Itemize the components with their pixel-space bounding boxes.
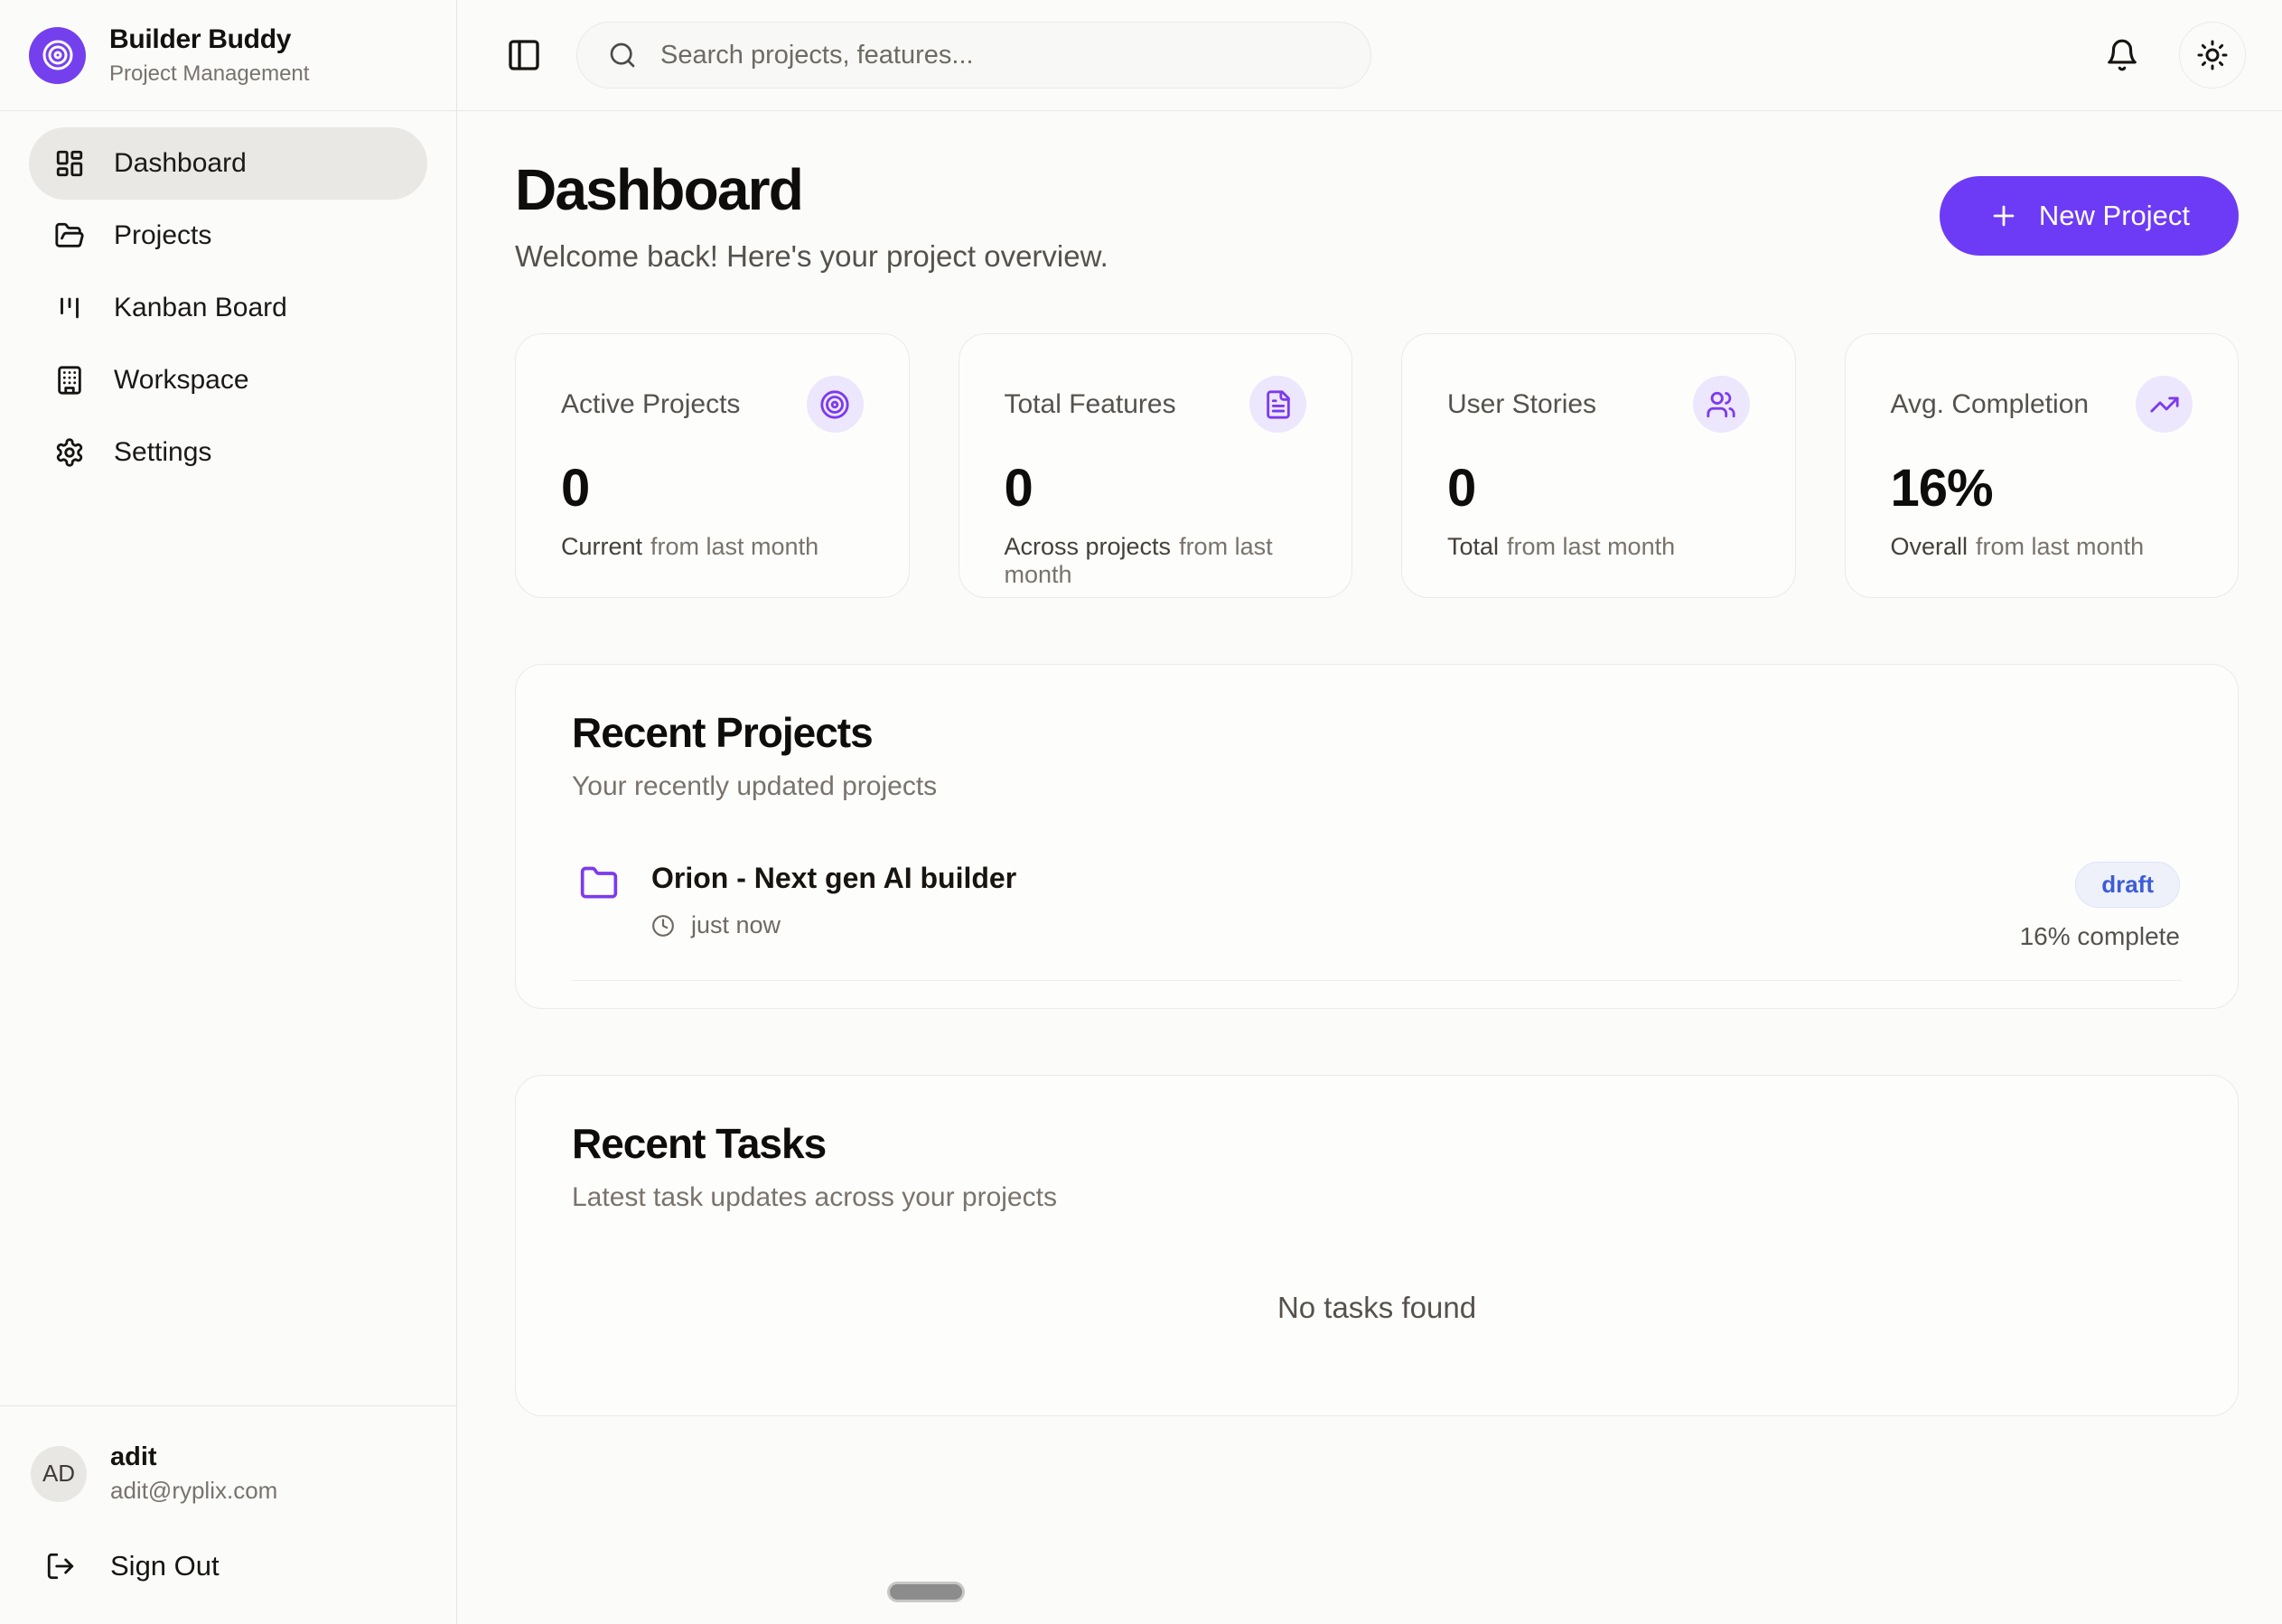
sidebar-item-settings[interactable]: Settings bbox=[29, 416, 427, 489]
plus-icon bbox=[1988, 201, 2019, 231]
status-badge: draft bbox=[2075, 862, 2180, 908]
stat-note-strong: Total bbox=[1447, 533, 1499, 560]
page-header-text: Dashboard Welcome back! Here's your proj… bbox=[515, 156, 1108, 274]
sidebar-item-workspace[interactable]: Workspace bbox=[29, 344, 427, 416]
stat-note: Overall from last month bbox=[1891, 533, 2193, 561]
sidebar-item-label: Settings bbox=[114, 437, 211, 468]
recent-tasks-title: Recent Tasks bbox=[572, 1119, 2182, 1168]
target-icon bbox=[807, 376, 864, 433]
stat-note: Across projectsfrom last month bbox=[1005, 533, 1307, 589]
new-project-button[interactable]: New Project bbox=[1940, 176, 2239, 256]
app-logo bbox=[29, 27, 86, 84]
avatar-initials: AD bbox=[42, 1460, 75, 1488]
theme-toggle-button[interactable] bbox=[2179, 22, 2246, 89]
project-row[interactable]: Orion - Next gen AI builder just now dra… bbox=[572, 862, 2182, 981]
search-bar[interactable] bbox=[576, 22, 1371, 89]
recent-projects-subtitle: Your recently updated projects bbox=[572, 771, 2182, 802]
project-updated: just now bbox=[691, 911, 781, 939]
stat-note-strong: Overall bbox=[1891, 533, 1969, 560]
page-subtitle: Welcome back! Here's your project overvi… bbox=[515, 239, 1108, 274]
bell-icon bbox=[2105, 38, 2139, 72]
stat-value: 0 bbox=[1005, 458, 1307, 518]
project-completion: 16% complete bbox=[2020, 922, 2180, 951]
stat-card-total-features: Total Features 0 Across projectsfrom las… bbox=[959, 333, 1353, 598]
main-area: Dashboard Welcome back! Here's your proj… bbox=[457, 0, 2282, 1624]
sidebar-toggle-button[interactable] bbox=[506, 37, 542, 73]
sign-out-label: Sign Out bbox=[110, 1550, 220, 1582]
topbar-actions bbox=[2105, 22, 2246, 89]
stat-card-user-stories: User Stories 0 Total from last month bbox=[1401, 333, 1796, 598]
stat-label: User Stories bbox=[1447, 389, 1596, 420]
user-info: AD adit adit@ryplix.com bbox=[31, 1442, 426, 1505]
notifications-button[interactable] bbox=[2105, 38, 2139, 72]
search-icon bbox=[608, 41, 637, 70]
stat-note-rest: from last month bbox=[1976, 533, 2144, 560]
layout-dashboard-icon bbox=[54, 148, 85, 179]
folder-icon bbox=[579, 863, 619, 903]
stat-value: 16% bbox=[1891, 458, 2193, 518]
user-text-block: adit adit@ryplix.com bbox=[110, 1442, 277, 1505]
clock-icon bbox=[651, 914, 675, 938]
project-meta: just now bbox=[651, 911, 1016, 939]
stat-label: Total Features bbox=[1005, 389, 1176, 420]
stat-note-strong: Current bbox=[561, 533, 642, 560]
new-project-label: New Project bbox=[2039, 200, 2190, 232]
sun-icon bbox=[2196, 39, 2229, 71]
page-title: Dashboard bbox=[515, 156, 1108, 223]
target-logo-icon bbox=[42, 39, 74, 71]
no-tasks-message: No tasks found bbox=[572, 1213, 2182, 1388]
user-email: adit@ryplix.com bbox=[110, 1477, 277, 1505]
sidebar-nav: Dashboard Projects Kanban Board Workspac… bbox=[0, 111, 456, 505]
trending-up-icon bbox=[2136, 376, 2193, 433]
stat-card-avg-completion: Avg. Completion 16% Overall from last mon… bbox=[1845, 333, 2240, 598]
app-title-block: Builder Buddy Project Management bbox=[109, 24, 309, 87]
file-text-icon bbox=[1249, 376, 1306, 433]
users-icon bbox=[1693, 376, 1750, 433]
recent-tasks-subtitle: Latest task updates across your projects bbox=[572, 1182, 2182, 1213]
stat-value: 0 bbox=[1447, 458, 1750, 518]
sidebar-item-dashboard[interactable]: Dashboard bbox=[29, 127, 427, 200]
log-out-icon bbox=[45, 1551, 76, 1582]
project-status-block: draft 16% complete bbox=[2020, 862, 2180, 951]
user-name: adit bbox=[110, 1442, 277, 1472]
stat-note: Total from last month bbox=[1447, 533, 1750, 561]
sidebar-item-label: Dashboard bbox=[114, 148, 247, 179]
sidebar-item-projects[interactable]: Projects bbox=[29, 200, 427, 272]
sidebar-footer: AD adit adit@ryplix.com Sign Out bbox=[0, 1405, 456, 1624]
sign-out-button[interactable]: Sign Out bbox=[31, 1550, 426, 1582]
kanban-icon bbox=[54, 293, 85, 323]
stat-note-rest: from last month bbox=[650, 533, 818, 560]
stat-card-active-projects: Active Projects 0 Current from last month bbox=[515, 333, 910, 598]
stat-note-strong: Across projects bbox=[1005, 533, 1172, 560]
drag-handle[interactable] bbox=[887, 1582, 965, 1602]
stat-value: 0 bbox=[561, 458, 864, 518]
sidebar-item-label: Projects bbox=[114, 220, 211, 251]
search-input[interactable] bbox=[660, 41, 1340, 70]
gear-icon bbox=[54, 437, 85, 468]
sidebar-item-label: Kanban Board bbox=[114, 293, 287, 323]
recent-projects-title: Recent Projects bbox=[572, 708, 2182, 757]
stat-note-rest: from last month bbox=[1507, 533, 1675, 560]
panel-left-icon bbox=[506, 37, 542, 73]
stat-label: Active Projects bbox=[561, 389, 740, 420]
stats-grid: Active Projects 0 Current from last month… bbox=[515, 333, 2239, 598]
avatar: AD bbox=[31, 1446, 87, 1502]
page-header: Dashboard Welcome back! Here's your proj… bbox=[515, 156, 2239, 274]
dashboard-content: Dashboard Welcome back! Here's your proj… bbox=[457, 111, 2282, 1624]
recent-projects-panel: Recent Projects Your recently updated pr… bbox=[515, 664, 2239, 1009]
sidebar: Builder Buddy Project Management Dashboa… bbox=[0, 0, 457, 1624]
building-icon bbox=[54, 365, 85, 396]
sidebar-item-label: Workspace bbox=[114, 365, 249, 396]
topbar bbox=[457, 0, 2282, 111]
stat-note: Current from last month bbox=[561, 533, 864, 561]
app-branding: Builder Buddy Project Management bbox=[0, 0, 456, 111]
app-name: Builder Buddy bbox=[109, 24, 309, 55]
stat-label: Avg. Completion bbox=[1891, 389, 2090, 420]
project-name: Orion - Next gen AI builder bbox=[651, 862, 1016, 895]
recent-tasks-panel: Recent Tasks Latest task updates across … bbox=[515, 1075, 2239, 1416]
folder-open-icon bbox=[54, 220, 85, 251]
sidebar-item-kanban-board[interactable]: Kanban Board bbox=[29, 272, 427, 344]
app-tagline: Project Management bbox=[109, 61, 309, 87]
project-main: Orion - Next gen AI builder just now bbox=[651, 862, 1016, 939]
